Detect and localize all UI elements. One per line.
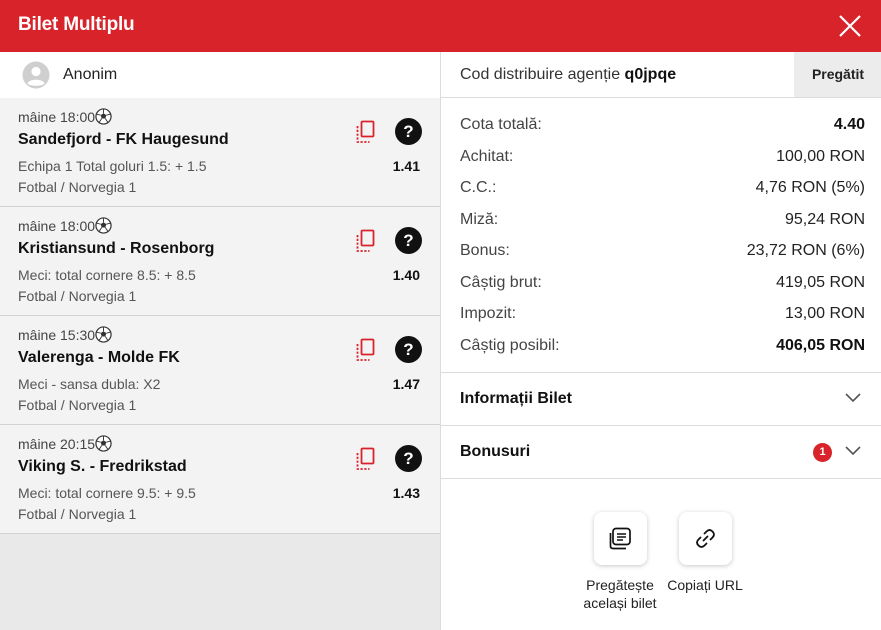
event-list: mâine 18:00 Sandefjord - FK Haugesund Ec… xyxy=(0,98,440,534)
event-time: mâine 18:00 xyxy=(18,109,96,125)
distribution-code-value: q0jpqe xyxy=(624,66,677,83)
chevron-down-icon xyxy=(845,393,861,403)
event-match: Kristiansund - Rosenborg xyxy=(18,240,215,257)
event-time: mâine 18:00 xyxy=(18,218,96,234)
soccer-ball-icon xyxy=(95,217,112,234)
chevron-down-icon xyxy=(845,446,861,456)
event-row: mâine 15:30 Valerenga - Molde FK Meci - … xyxy=(0,316,440,425)
ticket-info-accordion[interactable]: Informații Bilet xyxy=(441,372,881,425)
help-icon[interactable]: ? xyxy=(395,336,422,363)
copy-selection-icon[interactable] xyxy=(354,120,376,144)
ticket-summary-panel: Cod distribuire agenție q0jpqe Pregătit … xyxy=(440,52,881,630)
event-row: mâine 18:00 Kristiansund - Rosenborg Mec… xyxy=(0,207,440,316)
summary-row-stake: Miză: 95,24 RON xyxy=(460,210,865,228)
help-icon[interactable]: ? xyxy=(395,227,422,254)
summary-row-possible-win: Câștig posibil: 406,05 RON xyxy=(460,336,865,354)
event-time: mâine 15:30 xyxy=(18,327,96,343)
event-match: Viking S. - Fredrikstad xyxy=(18,458,187,475)
summary-row-tax: Impozit: 13,00 RON xyxy=(460,305,865,322)
ticket-summary: Cota totală: 4.40 Achitat: 100,00 RON C.… xyxy=(441,108,881,360)
summary-row-cc: C.C.: 4,76 RON (5%) xyxy=(460,179,865,196)
summary-row-paid: Achitat: 100,00 RON xyxy=(460,147,865,165)
close-icon[interactable] xyxy=(837,13,863,39)
user-name: Anonim xyxy=(63,66,118,83)
prepare-same-ticket-box[interactable] xyxy=(593,512,647,565)
event-odd: 1.47 xyxy=(392,376,420,392)
event-league: Fotbal / Norvegia 1 xyxy=(18,506,137,522)
copy-selection-icon[interactable] xyxy=(354,229,376,253)
copy-ticket-icon xyxy=(609,527,631,550)
help-icon[interactable]: ? xyxy=(395,118,422,145)
summary-row-gross-win: Câștig brut: 419,05 RON xyxy=(460,273,865,291)
soccer-ball-icon xyxy=(95,435,112,452)
summary-row-total-odds: Cota totală: 4.40 xyxy=(460,116,865,133)
event-odd: 1.43 xyxy=(392,485,420,501)
event-match: Sandefjord - FK Haugesund xyxy=(18,131,229,148)
event-odd: 1.41 xyxy=(392,158,420,174)
copy-url-label: Copiați URL xyxy=(667,577,743,593)
divider xyxy=(441,478,881,479)
user-avatar-icon xyxy=(22,61,50,89)
bonuses-accordion[interactable]: Bonusuri 1 xyxy=(441,425,881,478)
event-market: Meci: total cornere 8.5: + 8.5 xyxy=(18,267,196,283)
distribution-code-bar: Cod distribuire agenție q0jpqe Pregătit xyxy=(441,52,881,98)
event-time: mâine 20:15 xyxy=(18,436,96,452)
ticket-actions: Pregătește același bilet Copiați URL xyxy=(441,512,881,622)
link-icon xyxy=(695,529,715,548)
event-odd: 1.40 xyxy=(392,267,420,283)
copy-url-button[interactable]: Copiați URL xyxy=(655,512,755,594)
event-row: mâine 18:00 Sandefjord - FK Haugesund Ec… xyxy=(0,98,440,207)
event-league: Fotbal / Norvegia 1 xyxy=(18,288,137,304)
modal-title: Bilet Multiplu xyxy=(18,14,135,35)
copy-selection-icon[interactable] xyxy=(354,447,376,471)
copy-url-box[interactable] xyxy=(678,512,732,565)
soccer-ball-icon xyxy=(95,108,112,125)
event-league: Fotbal / Norvegia 1 xyxy=(18,397,137,413)
event-market: Meci: total cornere 9.5: + 9.5 xyxy=(18,485,196,501)
copy-selection-icon[interactable] xyxy=(354,338,376,362)
ticket-events-panel: Anonim mâine 18:00 Sandefjord - FK Hauge… xyxy=(0,52,440,630)
summary-row-bonus: Bonus: 23,72 RON (6%) xyxy=(460,242,865,259)
distribution-code-label: Cod distribuire agenție q0jpqe xyxy=(460,66,677,83)
event-market: Echipa 1 Total goluri 1.5: + 1.5 xyxy=(18,158,207,174)
user-bar: Anonim xyxy=(0,52,440,98)
event-match: Valerenga - Molde FK xyxy=(18,349,180,366)
modal-header: Bilet Multiplu xyxy=(0,0,881,52)
event-league: Fotbal / Norvegia 1 xyxy=(18,179,137,195)
soccer-ball-icon xyxy=(95,326,112,343)
event-market: Meci - sansa dubla: X2 xyxy=(18,376,161,392)
event-row: mâine 20:15 Viking S. - Fredrikstad Meci… xyxy=(0,425,440,534)
bonus-count-badge: 1 xyxy=(813,443,832,462)
help-icon[interactable]: ? xyxy=(395,445,422,472)
prepared-button[interactable]: Pregătit xyxy=(794,52,881,97)
